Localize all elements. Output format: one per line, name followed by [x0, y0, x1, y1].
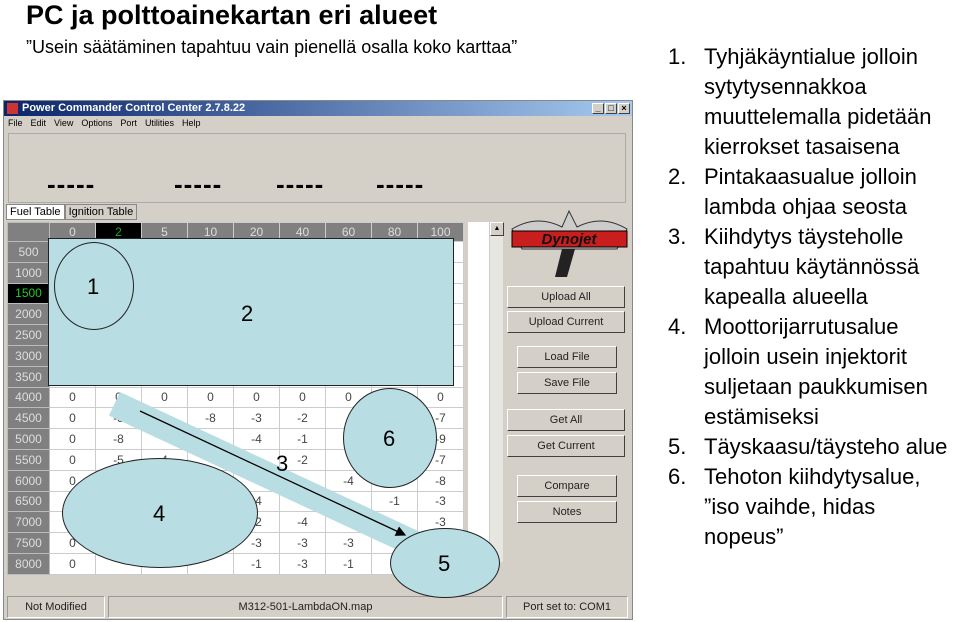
region-label-4: 4	[153, 501, 166, 526]
region-label-1: 1	[87, 274, 100, 299]
region-label-6: 6	[383, 426, 396, 451]
region-label-5: 5	[438, 551, 451, 576]
region-label-3: 3	[276, 451, 289, 476]
region-label-2: 2	[241, 301, 254, 326]
